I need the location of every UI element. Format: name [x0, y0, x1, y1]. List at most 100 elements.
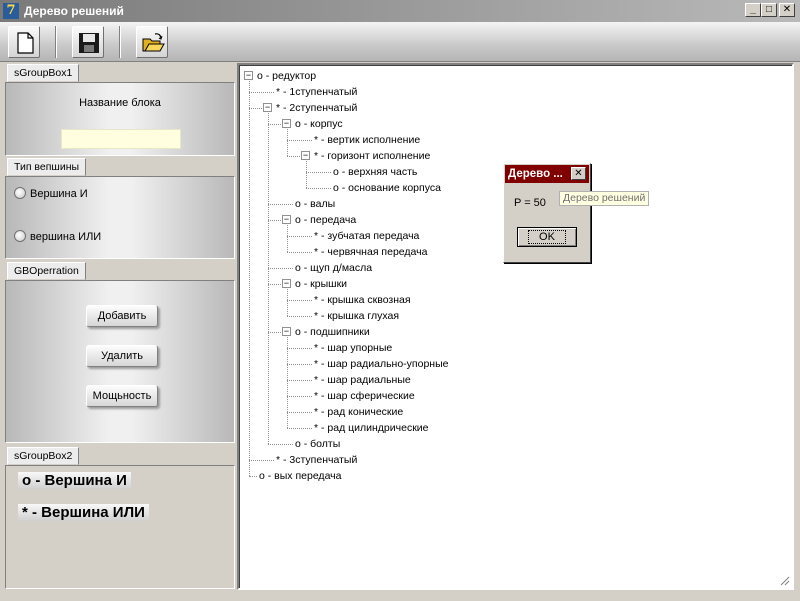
tree-connector — [287, 348, 312, 349]
collapse-toggle-icon[interactable]: − — [282, 215, 291, 224]
delete-button[interactable]: Удалить — [86, 345, 158, 367]
tree-node[interactable]: o - основание корпуса — [333, 180, 441, 196]
toolbar-separator — [119, 26, 121, 58]
operations-tab: GBOperration — [7, 262, 86, 280]
tree-connector — [268, 268, 293, 269]
tree-connector — [306, 172, 331, 173]
tree-node[interactable]: * - шар упорные — [314, 340, 392, 356]
tree-node[interactable]: * - вертик исполнение — [314, 132, 420, 148]
tree-connector — [306, 161, 307, 188]
open-button[interactable] — [136, 26, 168, 58]
collapse-toggle-icon[interactable]: − — [282, 327, 291, 336]
tree-connector — [287, 129, 288, 156]
vertex-type-tab: Тип вепшины — [7, 158, 87, 176]
collapse-toggle-icon[interactable]: − — [263, 103, 272, 112]
dialog-title-bar: Дерево ... ✕ — [505, 165, 589, 183]
tree-connector — [268, 113, 269, 444]
tree-node[interactable]: * - крышка глухая — [314, 308, 399, 324]
tree-node[interactable]: o - корпус — [295, 116, 343, 132]
tree-node[interactable]: * - шар радиальные — [314, 372, 411, 388]
groupbox1: Название блока — [5, 82, 235, 156]
tree-node[interactable]: * - горизонт исполнение — [314, 148, 430, 164]
dialog-title: Дерево ... — [508, 168, 563, 180]
collapse-toggle-icon[interactable]: − — [282, 119, 291, 128]
tree-node[interactable]: o - редуктор — [257, 68, 316, 84]
tree-node[interactable]: * - крышка сквозная — [314, 292, 411, 308]
tree-node[interactable]: o - болты — [295, 436, 340, 452]
tree-view[interactable]: − o - редуктор * - 1ступенчатый − * - 2ступе… — [237, 63, 794, 590]
left-panel: sGroupBox1 Название блока Тип вепшины Ве… — [5, 63, 235, 589]
tree-connector — [306, 188, 331, 189]
block-name-label: Название блока — [79, 97, 161, 109]
tree-node[interactable]: o - подшипники — [295, 324, 370, 340]
tree-connector — [287, 396, 312, 397]
tree-connector — [287, 300, 312, 301]
minimize-button[interactable]: _ — [745, 3, 761, 17]
tree-connector — [287, 316, 312, 317]
save-floppy-icon — [79, 33, 99, 53]
tree-node[interactable]: o - крышки — [295, 276, 347, 292]
toolbar — [0, 22, 800, 62]
tree-connector — [287, 140, 312, 141]
tree-connector — [287, 412, 312, 413]
groupbox2-tab: sGroupBox2 — [7, 447, 80, 465]
new-document-icon — [17, 32, 34, 54]
title-bar: 7 Дерево решений _ □ ✕ — [0, 0, 800, 22]
tree-node[interactable]: * - рад цилиндрические — [314, 420, 429, 436]
tree-connector — [287, 252, 312, 253]
tree-connector — [287, 380, 312, 381]
dialog-ok-label: OK — [528, 230, 566, 244]
dialog-close-button[interactable]: ✕ — [571, 167, 586, 180]
dialog-ok-button[interactable]: OK — [517, 227, 577, 247]
tree-node[interactable]: * - 1ступенчатый — [276, 84, 357, 100]
resize-grip-icon[interactable] — [778, 574, 790, 586]
tree-node[interactable]: * - червячная передача — [314, 244, 427, 260]
tree-connector — [287, 428, 312, 429]
add-button[interactable]: Добавить — [86, 305, 158, 327]
groupbox1-tab: sGroupBox1 — [7, 64, 80, 82]
collapse-toggle-icon[interactable]: − — [244, 71, 253, 80]
maximize-button[interactable]: □ — [761, 3, 777, 17]
tree-node[interactable]: o - вых передача — [259, 468, 341, 484]
block-name-field[interactable] — [61, 129, 181, 149]
radio-circle-icon[interactable] — [14, 230, 26, 242]
groupbox2: o - Вершина И * - Вершина ИЛИ — [5, 465, 235, 589]
toolbar-separator — [55, 26, 57, 58]
message-dialog: Дерево ... ✕ P = 50 OK — [503, 163, 591, 263]
open-folder-icon — [142, 33, 165, 52]
radio-vertex-and[interactable]: Вершина И — [14, 187, 88, 200]
radio-vertex-or-label: вершина ИЛИ — [30, 231, 102, 243]
close-button[interactable]: ✕ — [779, 3, 795, 17]
tree-node[interactable]: * - 2ступенчатый — [276, 100, 357, 116]
tree-node[interactable]: o - валы — [295, 196, 335, 212]
save-button[interactable] — [72, 26, 104, 58]
tree-connector — [287, 236, 312, 237]
collapse-toggle-icon[interactable]: − — [282, 279, 291, 288]
tree-connector — [287, 289, 288, 316]
tree-node[interactable]: o - передача — [295, 212, 356, 228]
tree-connector — [287, 225, 288, 252]
radio-vertex-or[interactable]: вершина ИЛИ — [14, 230, 101, 243]
tree-node[interactable]: * - шар сферические — [314, 388, 415, 404]
new-document-button[interactable] — [8, 26, 40, 58]
tree-node[interactable]: * - 3ступенчатый — [276, 452, 357, 468]
vertex-type-group: Вершина И вершина ИЛИ — [5, 176, 235, 259]
tree-connector — [249, 92, 274, 93]
tree-connector — [287, 364, 312, 365]
tree-connector — [268, 204, 293, 205]
tree-connector — [249, 460, 274, 461]
tree-connector — [249, 81, 250, 476]
power-button[interactable]: Мощьность — [86, 385, 158, 407]
tree-node[interactable]: * - зубчатая передача — [314, 228, 419, 244]
tree-connector — [287, 337, 288, 428]
tree-node[interactable]: o - верхняя часть — [333, 164, 417, 180]
radio-circle-icon[interactable] — [14, 187, 26, 199]
tooltip: Дерево решений — [559, 191, 650, 206]
dialog-message: P = 50 — [514, 197, 546, 209]
tree-node[interactable]: o - щуп д/масла — [295, 260, 372, 276]
tree-connector — [249, 476, 257, 477]
tree-connector — [268, 444, 293, 445]
tree-node[interactable]: * - шар радиально-упорные — [314, 356, 448, 372]
tree-node[interactable]: * - рад конические — [314, 404, 403, 420]
collapse-toggle-icon[interactable]: − — [301, 151, 310, 160]
